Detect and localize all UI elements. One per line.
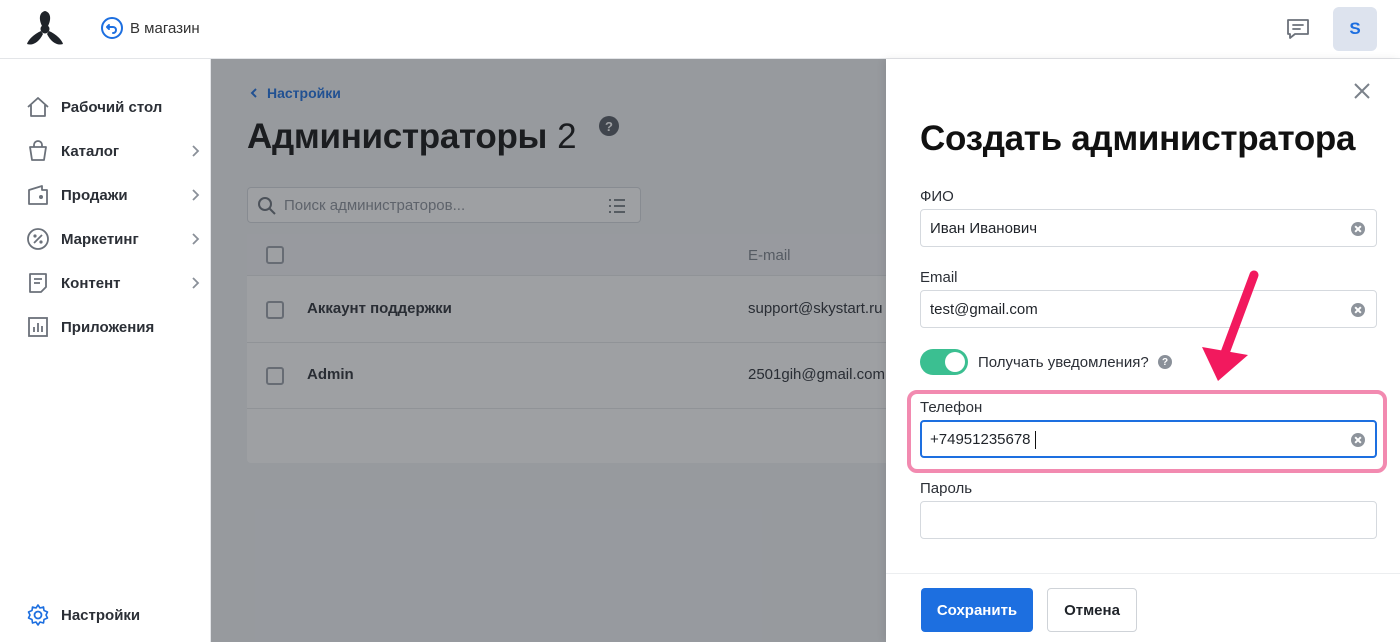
create-admin-panel: Создать администратора ФИО Иван Иванович… <box>886 59 1400 642</box>
back-to-store-link[interactable]: В магазин <box>100 16 200 40</box>
chevron-right-icon <box>192 233 200 245</box>
sidebar-item-marketing[interactable]: Маркетинг <box>26 225 201 253</box>
panel-footer: Сохранить Отмена <box>886 573 1400 642</box>
sidebar-item-catalog[interactable]: Каталог <box>26 137 201 165</box>
email-field[interactable]: test@gmail.com <box>920 290 1377 328</box>
sidebar-item-label: Приложения <box>61 318 155 336</box>
clear-icon[interactable] <box>1351 222 1365 236</box>
clear-icon[interactable] <box>1351 303 1365 317</box>
chat-icon[interactable] <box>1285 16 1311 42</box>
clear-icon[interactable] <box>1351 433 1365 447</box>
password-label: Пароль <box>920 480 973 497</box>
password-field[interactable] <box>920 501 1377 539</box>
toggle-knob <box>945 352 965 372</box>
sidebar-item-label: Продажи <box>61 186 128 204</box>
name-label: ФИО <box>920 188 954 205</box>
email-value: test@gmail.com <box>930 301 1038 318</box>
panel-title: Создать администратора <box>920 119 1356 158</box>
home-icon <box>26 95 50 119</box>
avatar[interactable]: S <box>1333 7 1377 51</box>
sidebar-item-content[interactable]: Контент <box>26 269 201 297</box>
sidebar-item-label: Каталог <box>61 142 120 160</box>
sidebar-item-dashboard[interactable]: Рабочий стол <box>26 93 201 121</box>
sidebar-item-label: Рабочий стол <box>61 98 163 116</box>
notify-toggle[interactable] <box>920 349 968 375</box>
name-value: Иван Иванович <box>930 220 1038 237</box>
gear-icon <box>26 603 50 627</box>
close-icon[interactable] <box>1353 82 1371 100</box>
save-button[interactable]: Сохранить <box>921 588 1033 632</box>
sidebar-item-sales[interactable]: Продажи <box>26 181 201 209</box>
chevron-right-icon <box>192 277 200 289</box>
name-field[interactable]: Иван Иванович <box>920 209 1377 247</box>
phone-value: +74951235678 <box>930 431 1031 448</box>
logo-icon[interactable] <box>24 10 66 46</box>
email-label: Email <box>920 269 958 286</box>
sidebar-item-label: Контент <box>61 274 121 292</box>
text-caret <box>1035 431 1036 449</box>
phone-field[interactable]: +74951235678 <box>920 420 1377 458</box>
pointer-arrow-icon <box>1202 270 1259 381</box>
sidebar-item-apps[interactable]: Приложения <box>26 313 201 341</box>
help-icon[interactable]: ? <box>1158 355 1172 369</box>
notify-label: Получать уведомления? <box>978 354 1149 371</box>
back-to-store-label: В магазин <box>130 19 200 37</box>
chart-icon <box>26 315 50 339</box>
sidebar-item-label: Маркетинг <box>61 230 139 248</box>
percent-icon <box>26 227 50 251</box>
sidebar-item-label: Настройки <box>61 606 141 624</box>
chevron-right-icon <box>192 189 200 201</box>
sales-icon <box>26 183 50 207</box>
cancel-button[interactable]: Отмена <box>1047 588 1137 632</box>
sidebar: Рабочий стол Каталог Продажи Маркетинг К… <box>0 59 211 642</box>
top-bar: В магазин S <box>0 0 1400 59</box>
modal-overlay[interactable] <box>211 59 886 642</box>
phone-label: Телефон <box>920 399 983 416</box>
document-icon <box>26 271 50 295</box>
bag-icon <box>26 139 50 163</box>
back-arrow-icon <box>101 17 123 39</box>
chevron-right-icon <box>192 145 200 157</box>
sidebar-item-settings[interactable]: Настройки <box>26 601 201 629</box>
